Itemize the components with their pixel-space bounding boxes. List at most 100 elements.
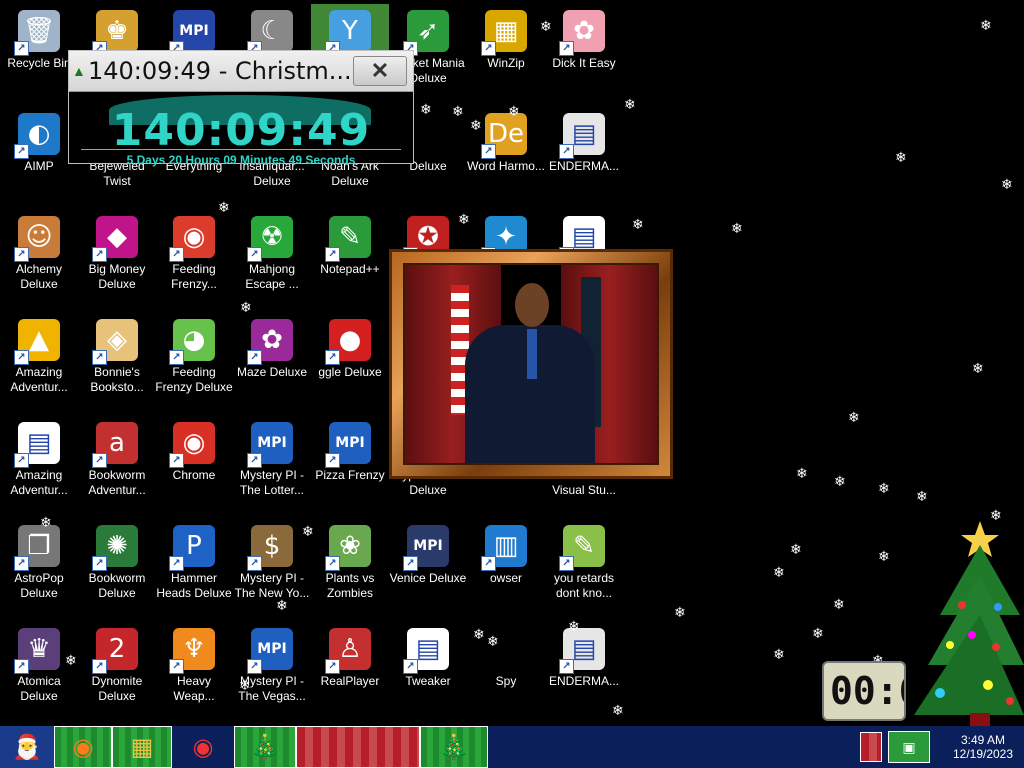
desktop-icon-0[interactable]: 🗑 ↗ Recycle Bin xyxy=(0,4,78,104)
taskbar: 🎅 ◉ ▦ ◉ 🎄 🎄 ▣ 3:49 AM 12/19/2023 xyxy=(0,726,1024,768)
desktop-icon-40[interactable]: MPI ↗ Venice Deluxe xyxy=(389,519,467,619)
desktop-icon-label: ENDERMA... xyxy=(548,674,619,688)
red-taskbar-button[interactable] xyxy=(296,726,420,768)
shortcut-arrow-icon: ↗ xyxy=(92,247,107,262)
snowflake-icon: ❄ xyxy=(916,489,928,505)
snowflake-icon: ❄ xyxy=(470,118,482,134)
photo-frame-widget[interactable] xyxy=(389,249,673,479)
app-icon: ➶ ↗ xyxy=(403,10,449,56)
app-icon: ✺ ↗ xyxy=(92,525,138,571)
snowflake-icon: ❄ xyxy=(420,102,432,118)
desktop-icon-10[interactable]: ◈ ↗ Bonnie's Booksto... xyxy=(78,313,156,413)
chrome-taskbar-button[interactable]: ◉ xyxy=(172,726,234,768)
snowflake-icon: ❄ xyxy=(540,19,552,35)
shortcut-arrow-icon: ↗ xyxy=(247,350,262,365)
desktop[interactable]: 🗑 ↗ Recycle Bin ◐ ↗ AIMP ☺ ↗ Alchemy Deluxe ▲ ↗ Ama… xyxy=(0,0,1024,726)
folder-icon: ▦ xyxy=(130,733,154,761)
snowflake-icon: ❄ xyxy=(487,634,499,650)
desktop-icon-50[interactable]: ▤ ↗ ENDERMA... xyxy=(545,107,623,207)
snowflake-icon: ❄ xyxy=(65,653,77,669)
snowflake-icon: ❄ xyxy=(796,466,808,482)
desktop-icon-label: Bookworm Adventur... xyxy=(88,468,146,497)
desktop-icon-23[interactable]: ☢ ↗ Mahjong Escape ... xyxy=(233,210,311,310)
tree-taskbar-button-2[interactable]: 🎄 xyxy=(420,726,488,768)
desktop-icon-26[interactable]: $ ↗ Mystery PI - The New Yo... xyxy=(233,519,311,619)
shortcut-arrow-icon: ↗ xyxy=(247,556,262,571)
desktop-icon-5[interactable]: ❐ ↗ AstroPop Deluxe xyxy=(0,519,78,619)
desktop-icon-34[interactable]: ♙ ↗ RealPlayer xyxy=(311,622,389,722)
desktop-icon-24[interactable]: ✿ ↗ Maze Deluxe xyxy=(233,313,311,413)
desktop-icon-label: Mystery PI - The New Yo... xyxy=(234,571,310,600)
shortcut-arrow-icon: ↗ xyxy=(14,556,29,571)
digital-clock-widget[interactable]: 00:6 xyxy=(822,661,906,721)
christmas-tree-taskbar-button[interactable]: 🎄 xyxy=(234,726,296,768)
snowflake-icon: ❄ xyxy=(568,619,580,635)
desktop-icon-2[interactable]: ☺ ↗ Alchemy Deluxe xyxy=(0,210,78,310)
close-button[interactable]: ✕ xyxy=(353,56,407,86)
desktop-icon-18[interactable]: ◉ ↗ Chrome xyxy=(155,416,233,516)
desktop-icon-49[interactable]: ✿ ↗ Dick It Easy xyxy=(545,4,623,104)
desktop-icon-13[interactable]: 2 ↗ Dynomite Deluxe xyxy=(78,622,156,722)
network-volume-icon[interactable]: ▣ xyxy=(888,731,930,763)
desktop-icon-label: Chrome xyxy=(172,468,216,482)
snowflake-icon: ❄ xyxy=(790,542,802,558)
snowflake-icon: ❄ xyxy=(1001,177,1013,193)
desktop-icon-33[interactable]: ❀ ↗ Plants vs Zombies xyxy=(311,519,389,619)
app-icon: P ↗ xyxy=(169,525,215,571)
taskbar-clock[interactable]: 3:49 AM 12/19/2023 xyxy=(948,733,1018,761)
desktop-icon-17[interactable]: ◕ ↗ Feeding Frenzy Deluxe xyxy=(155,313,233,413)
app-icon: 2 ↗ xyxy=(92,628,138,674)
desktop-icon-label: ggle Deluxe xyxy=(318,365,382,379)
app-icon: ▲ ↗ xyxy=(14,319,60,365)
start-button[interactable]: 🎅 xyxy=(0,726,54,768)
app-icon: ▤↗ xyxy=(403,628,449,674)
desktop-icon-9[interactable]: ◆ ↗ Big Money Deluxe xyxy=(78,210,156,310)
desktop-icon-27[interactable]: MPI ↗ Mystery PI - The Vegas... xyxy=(233,622,311,722)
snowflake-icon: ❄ xyxy=(773,565,785,581)
desktop-icon-47[interactable]: ▥ ↗ owser xyxy=(467,519,545,619)
shortcut-arrow-icon: ↗ xyxy=(14,144,29,159)
desktop-icon-32[interactable]: MPI ↗ Pizza Frenzy xyxy=(311,416,389,516)
desktop-icon-label: RealPlayer xyxy=(320,674,380,688)
shortcut-arrow-icon: ↗ xyxy=(14,453,29,468)
shortcut-arrow-icon: ↗ xyxy=(14,41,29,56)
shortcut-arrow-icon: ↗ xyxy=(481,144,496,159)
tray-show-hidden[interactable] xyxy=(860,732,882,762)
shortcut-arrow-icon: ↗ xyxy=(169,659,184,674)
desktop-icon-4[interactable]: ▤ ↗ Amazing Adventur... xyxy=(0,416,78,516)
desktop-icon-16[interactable]: ◉ ↗ Feeding Frenzy... xyxy=(155,210,233,310)
firefox-taskbar-button[interactable]: ◉ xyxy=(54,726,112,768)
app-icon: ◉ ↗ xyxy=(169,422,215,468)
christmas-countdown-window[interactable]: ▲ 140:09:49 - Christm... ✕ 140:09:49 5 D… xyxy=(68,50,414,167)
shortcut-arrow-icon: ↗ xyxy=(559,41,574,56)
desktop-icon-31[interactable]: ● ↗ ggle Deluxe xyxy=(311,313,389,413)
desktop-icon-54[interactable]: ✎ ↗ you retards dont kno... xyxy=(545,519,623,619)
desktop-icon-20[interactable]: ♆ ↗ Heavy Weap... xyxy=(155,622,233,722)
desktop-icon-3[interactable]: ▲ ↗ Amazing Adventur... xyxy=(0,313,78,413)
snowflake-icon: ❄ xyxy=(848,410,860,426)
desktop-icon-1[interactable]: ◐ ↗ AIMP xyxy=(0,107,78,207)
snowflake-icon: ❄ xyxy=(302,524,314,540)
shortcut-arrow-icon: ↗ xyxy=(325,247,340,262)
desktop-icon-41[interactable]: ▤ ↗ Tweaker xyxy=(389,622,467,722)
snowflake-icon: ❄ xyxy=(833,597,845,613)
app-icon: MPI ↗ xyxy=(247,628,293,674)
countdown-title-bar[interactable]: ▲ 140:09:49 - Christm... ✕ xyxy=(69,51,413,92)
desktop-icon-12[interactable]: ✺ ↗ Bookworm Deluxe xyxy=(78,519,156,619)
portrait-person-head xyxy=(515,283,549,327)
desktop-icon-19[interactable]: P ↗ Hammer Heads Deluxe xyxy=(155,519,233,619)
desktop-icon-25[interactable]: MPI ↗ Mystery PI - The Lotter... xyxy=(233,416,311,516)
desktop-icon-6[interactable]: ♛ ↗ Atomica Deluxe xyxy=(0,622,78,722)
desktop-icon-30[interactable]: ✎ ↗ Notepad++ xyxy=(311,210,389,310)
shortcut-arrow-icon: ↗ xyxy=(169,247,184,262)
shortcut-arrow-icon: ↗ xyxy=(481,556,496,571)
desktop-icon-label: Feeding Frenzy... xyxy=(171,262,217,291)
desktop-icon-label: Bonnie's Booksto... xyxy=(90,365,144,394)
snowflake-icon: ❄ xyxy=(674,605,686,621)
christmas-tree-decoration xyxy=(914,521,1024,726)
file-explorer-taskbar-button[interactable]: ▦ xyxy=(112,726,172,768)
desktop-icon-11[interactable]: a ↗ Bookworm Adventur... xyxy=(78,416,156,516)
desktop-icon-42[interactable]: ▦ ↗ WinZip xyxy=(467,4,545,104)
christmas-tree-icon-2: 🎄 xyxy=(439,733,469,761)
snowflake-icon: ❄ xyxy=(452,104,464,120)
